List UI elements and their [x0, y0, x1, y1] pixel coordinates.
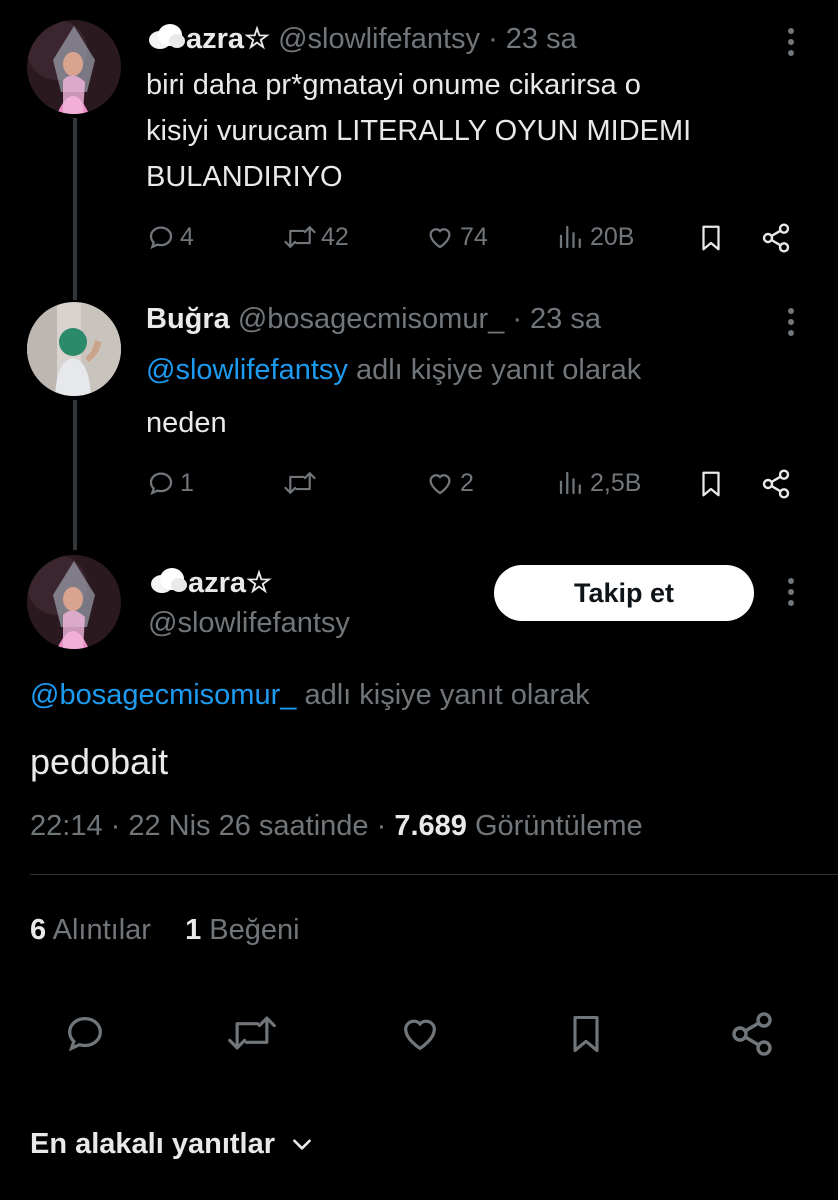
- reply-context: @bosagecmisomur_ adlı kişiye yanıt olara…: [30, 675, 590, 715]
- tweet-header: Buğra @bosagecmisomur_ · 23 sa: [146, 300, 601, 338]
- repost-count: 42: [321, 222, 349, 251]
- tweet-text-line: biri daha pr*gmatayi onume cikarirsa o: [146, 69, 641, 101]
- tweet-text: biri daha pr*gmatayi onume cikarirsa o k…: [146, 62, 691, 200]
- repost-icon: [284, 226, 316, 248]
- like-count: 2: [460, 468, 474, 497]
- views-button[interactable]: 2,5B: [556, 468, 641, 498]
- chevron-down-icon: [293, 1139, 311, 1150]
- like-button[interactable]: 74: [424, 222, 488, 252]
- cloud-emoji-icon: [146, 20, 186, 62]
- tweet-text: neden: [146, 407, 227, 439]
- views-icon: [559, 225, 581, 249]
- avatar[interactable]: [27, 302, 121, 396]
- bookmark-icon: [702, 471, 720, 497]
- reply-button[interactable]: 4: [146, 222, 194, 252]
- handle[interactable]: @slowlifefantsy: [278, 23, 480, 55]
- display-name[interactable]: azra☆: [186, 23, 270, 55]
- avatar[interactable]: [27, 555, 121, 649]
- like-icon: [429, 474, 451, 495]
- repost-icon: [284, 472, 316, 494]
- reply-button[interactable]: 1: [146, 468, 194, 498]
- views-count: 20B: [590, 222, 635, 251]
- share-icon: [762, 223, 790, 253]
- like-icon: [403, 1019, 437, 1051]
- like-button[interactable]: [396, 1010, 444, 1061]
- author-name-row: azra☆: [148, 564, 272, 606]
- share-button[interactable]: [760, 222, 792, 254]
- display-name[interactable]: Buğra: [146, 303, 230, 335]
- tweet-header: azra☆ @slowlifefantsy · 23 sa: [146, 20, 577, 62]
- like-icon: [429, 228, 451, 249]
- sort-replies-dropdown[interactable]: En alakalı yanıtlar: [30, 1124, 315, 1164]
- bookmark-button[interactable]: [696, 222, 726, 254]
- handle[interactable]: @slowlifefantsy: [148, 604, 350, 642]
- reply-button[interactable]: [62, 1010, 108, 1061]
- repost-button[interactable]: [283, 468, 321, 498]
- tweet-text: pedobait: [30, 741, 169, 782]
- more-dots-icon[interactable]: [786, 28, 796, 61]
- views-count: 2,5B: [590, 468, 642, 497]
- repost-button[interactable]: [226, 1010, 278, 1061]
- likes-label: Beğeni: [209, 914, 300, 946]
- tweet-timestamp[interactable]: 22:14 · 22 Nis 26 saatinde ·: [30, 810, 386, 842]
- views-button[interactable]: 20B: [556, 222, 634, 252]
- reply-context: @slowlifefantsy adlı kişiye yanıt olarak: [146, 350, 641, 390]
- bookmark-button[interactable]: [564, 1010, 608, 1063]
- reply-icon: [149, 472, 173, 496]
- divider: [30, 874, 838, 875]
- share-icon: [732, 1012, 772, 1056]
- more-dots-icon[interactable]: [786, 578, 796, 611]
- repost-button[interactable]: 42: [283, 222, 349, 252]
- likes-count: 1: [185, 914, 202, 946]
- more-dots-icon[interactable]: [786, 308, 796, 341]
- main-action-bar: [0, 1000, 838, 1070]
- handle[interactable]: @bosagecmisomur_: [238, 303, 504, 335]
- like-count: 74: [460, 222, 488, 251]
- timestamp[interactable]: · 23 sa: [512, 303, 601, 335]
- reply-icon: [149, 226, 173, 250]
- views-label: Görüntüleme: [474, 810, 643, 842]
- timestamp[interactable]: · 23 sa: [488, 23, 577, 55]
- reply-count: 1: [180, 468, 194, 497]
- views-icon: [559, 471, 581, 495]
- reply-to-suffix: adlı kişiye yanıt olarak: [304, 679, 590, 711]
- engagement-stats: 6 Alıntılar 1 Beğeni: [30, 910, 300, 950]
- tweet-meta: 22:14 · 22 Nis 26 saatinde · 7.689 Görün…: [30, 806, 643, 846]
- quotes-label: Alıntılar: [52, 914, 151, 946]
- share-button[interactable]: [760, 468, 792, 500]
- views-count: 7.689: [394, 810, 467, 842]
- like-button[interactable]: 2: [424, 468, 474, 498]
- reply-count: 4: [180, 222, 194, 251]
- reply-to-link[interactable]: @bosagecmisomur_: [30, 679, 296, 711]
- tweet-text-line: BULANDIRIYO: [146, 161, 343, 193]
- reply-to-suffix: adlı kişiye yanıt olarak: [355, 354, 642, 386]
- follow-button[interactable]: Takip et: [494, 565, 754, 621]
- share-button[interactable]: [728, 1010, 776, 1063]
- likes-link[interactable]: 1 Beğeni: [185, 914, 300, 946]
- display-name[interactable]: azra☆: [188, 567, 272, 599]
- tweet-actions: 4 42 74 20B: [0, 222, 838, 262]
- bookmark-icon: [702, 225, 720, 251]
- reply-icon: [68, 1016, 102, 1052]
- repost-icon: [228, 1016, 276, 1050]
- quotes-count: 6: [30, 914, 47, 946]
- sort-label: En alakalı yanıtlar: [30, 1128, 276, 1160]
- bookmark-button[interactable]: [696, 468, 726, 500]
- quotes-link[interactable]: 6 Alıntılar: [30, 914, 159, 946]
- tweet-text-line: kisiyi vurucam LITERALLY OYUN MIDEMI: [146, 115, 692, 147]
- share-icon: [762, 469, 790, 499]
- avatar[interactable]: [27, 20, 121, 114]
- reply-to-link[interactable]: @slowlifefantsy: [146, 354, 348, 386]
- tweet-actions: 1 2 2,5B: [0, 468, 838, 508]
- thread-line: [73, 118, 77, 300]
- bookmark-icon: [573, 1015, 599, 1053]
- cloud-emoji-icon: [148, 564, 188, 606]
